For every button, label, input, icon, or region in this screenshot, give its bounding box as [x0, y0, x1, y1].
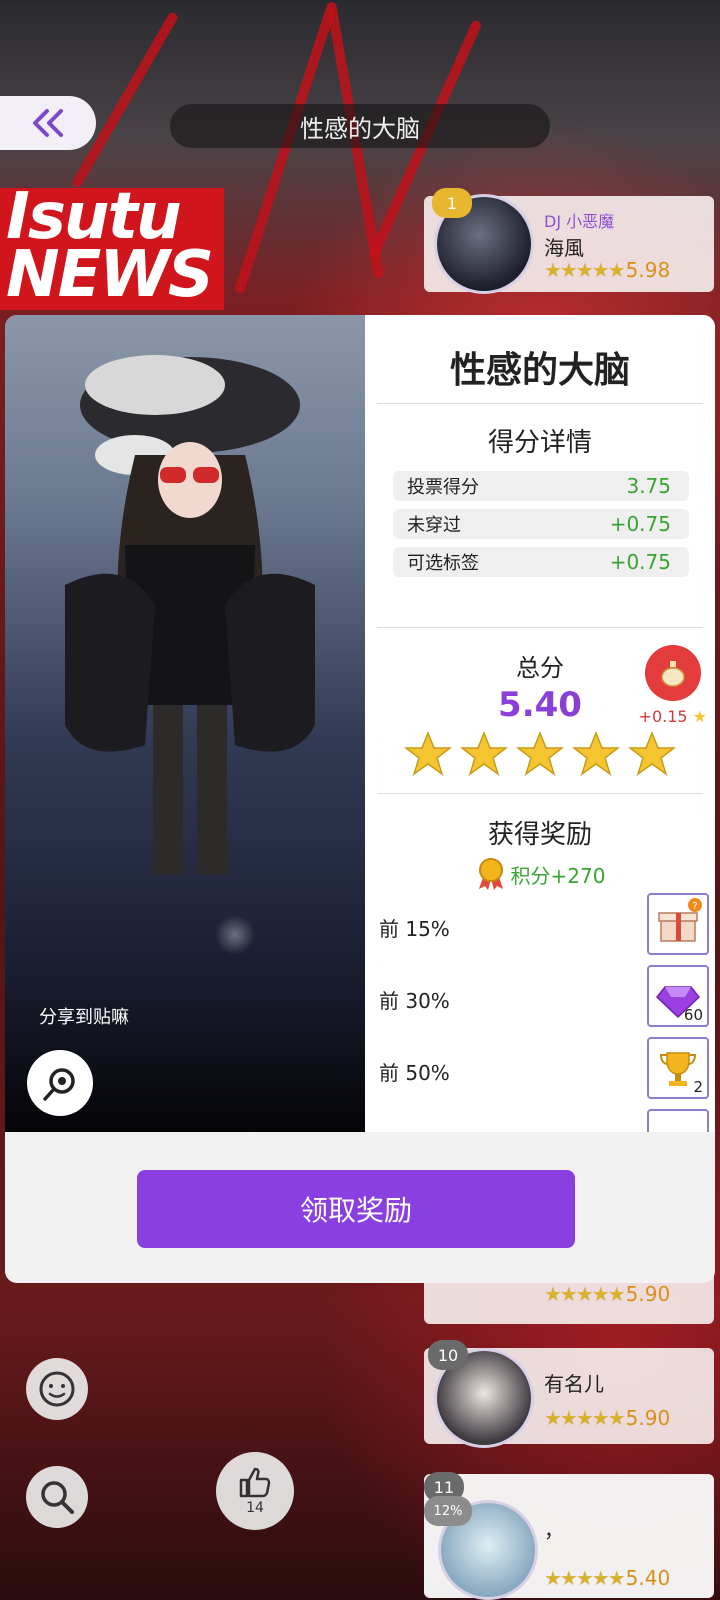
- reward-qty: 60: [683, 1006, 703, 1024]
- divider: [377, 793, 703, 794]
- progress-badge: 12%: [424, 1496, 472, 1526]
- gift-box-icon: ?: [658, 898, 702, 942]
- gold-star-icon: [516, 731, 564, 776]
- emoji-button[interactable]: [26, 1358, 88, 1420]
- reward-qty: 2: [693, 1078, 703, 1096]
- bonus-bubble[interactable]: [645, 645, 701, 701]
- player-name: 有名儿: [544, 1372, 604, 1396]
- bonus-score: +0.15 ★: [638, 707, 707, 726]
- reward-tier[interactable]: 前 50% 2: [365, 1037, 715, 1101]
- player-tag: DJ 小恶魔: [544, 212, 615, 231]
- tier-label: 前 15%: [379, 917, 450, 941]
- leaderboard-entry-self[interactable]: 11 12% ， ★★★★★ 5.40: [424, 1472, 714, 1600]
- magnifier-icon: [41, 1481, 74, 1514]
- total-rating-stars: [365, 731, 715, 777]
- gold-star-icon: [460, 731, 508, 776]
- gold-medal-icon: [478, 858, 503, 890]
- outfit-character-illustration: [65, 355, 315, 875]
- reward-tier[interactable]: [365, 1109, 715, 1132]
- rank-badge: 10: [428, 1340, 468, 1370]
- rewards-title: 获得奖励: [487, 820, 592, 850]
- score-row-label: 投票得分: [407, 477, 479, 498]
- svg-text:?: ?: [692, 901, 697, 912]
- leaderboard-entry[interactable]: 10 有名儿 ★★★★★ 5.90: [424, 1340, 714, 1448]
- rating-stars: ★★★★★ 5.90: [544, 1406, 671, 1430]
- score-details-title: 得分详情: [487, 428, 592, 458]
- gold-star-icon: [404, 731, 452, 776]
- score-details-panel: 性感的大脑 得分详情 投票得分 3.75 未穿过 +0.75 可选标签 +0.7…: [365, 315, 715, 1132]
- gold-star-icon: [628, 731, 676, 776]
- smiley-icon: [39, 1371, 75, 1407]
- divider: [377, 403, 703, 404]
- page-title: 性感的大脑: [170, 104, 550, 148]
- rating-stars: ★★★★★ 5.90: [544, 1282, 671, 1306]
- back-button[interactable]: [0, 96, 96, 150]
- rating-stars: ★★★★★ 5.40: [544, 1566, 671, 1590]
- rating-stars: ★★★★★ 5.98: [544, 258, 671, 282]
- leaderboard-entry[interactable]: 1 DJ 小恶魔 海風 ★★★★★ 5.98: [424, 188, 714, 294]
- outfit-preview: 分享到贴嘛: [5, 315, 365, 1132]
- share-label: 分享到贴嘛: [39, 1007, 129, 1028]
- thumbs-up-icon: [239, 1467, 271, 1498]
- like-button[interactable]: 14: [216, 1452, 294, 1530]
- tier-label: 前 30%: [379, 989, 450, 1013]
- gold-star-icon: [572, 731, 620, 776]
- score-row-not-worn: 未穿过 +0.75: [393, 509, 689, 539]
- score-row-value: +0.75: [609, 512, 671, 536]
- reward-tier[interactable]: 前 15% ?: [365, 893, 715, 957]
- reward-points: 积分+270: [365, 857, 715, 891]
- score-row-value: 3.75: [626, 474, 671, 498]
- reward-item-box[interactable]: 60: [647, 965, 709, 1027]
- like-count: 14: [246, 1500, 264, 1516]
- double-chevron-left-icon: [33, 109, 63, 137]
- share-app-icon: [43, 1068, 75, 1101]
- share-button[interactable]: [27, 1050, 93, 1116]
- reward-tier[interactable]: 前 30% 60: [365, 965, 715, 1029]
- reward-item-box[interactable]: 2: [647, 1037, 709, 1099]
- reward-points-text: 积分+270: [510, 863, 606, 888]
- score-row-optional-tags: 可选标签 +0.75: [393, 547, 689, 577]
- rank-badge: 1: [432, 188, 472, 218]
- score-row-vote: 投票得分 3.75: [393, 471, 689, 501]
- tier-label: 前 50%: [379, 1061, 450, 1085]
- reward-item-box[interactable]: [647, 1109, 709, 1132]
- perfume-bottle-icon: [661, 661, 685, 687]
- score-row-value: +0.75: [609, 550, 671, 574]
- score-row-label: 可选标签: [407, 553, 479, 574]
- divider: [377, 627, 703, 628]
- small-star-icon: ★: [692, 707, 707, 726]
- news-banner: Isutu NEWS: [0, 188, 224, 310]
- search-button[interactable]: [26, 1466, 88, 1528]
- result-modal: 分享到贴嘛 性感的大脑 得分详情 投票得分 3.75 未穿过 +0.75 可选标…: [5, 315, 715, 1283]
- modal-title: 性感的大脑: [449, 350, 630, 391]
- player-name: 海風: [544, 236, 584, 260]
- reward-item-box[interactable]: ?: [647, 893, 709, 955]
- player-name: ，: [544, 1518, 564, 1542]
- claim-reward-button[interactable]: 领取奖励: [137, 1170, 575, 1248]
- score-row-label: 未穿过: [407, 515, 461, 536]
